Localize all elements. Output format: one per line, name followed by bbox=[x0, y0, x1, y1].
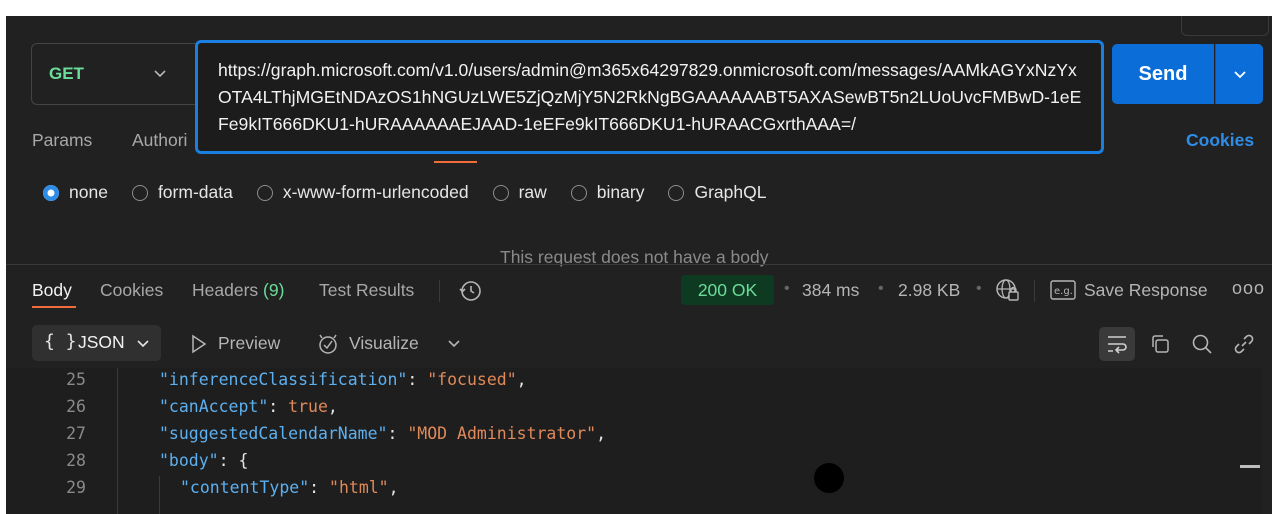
radio-form-data[interactable]: form-data bbox=[131, 182, 233, 203]
tab-response-body[interactable]: Body bbox=[32, 280, 72, 301]
response-body-editor[interactable]: 25 "inferenceClassification": "focused", 2… bbox=[6, 368, 1262, 514]
scrollbar-thumb[interactable] bbox=[1240, 465, 1260, 468]
response-tab-indicator bbox=[32, 306, 76, 308]
body-type-radios: none form-data x-www-form-urlencoded raw… bbox=[43, 182, 790, 203]
radio-icon bbox=[131, 184, 148, 201]
radio-label: binary bbox=[596, 182, 645, 202]
pane-divider[interactable] bbox=[6, 264, 1272, 265]
tab-body-indicator bbox=[434, 161, 477, 163]
copy-button[interactable] bbox=[1142, 327, 1178, 361]
radio-binary[interactable]: binary bbox=[570, 182, 645, 203]
headers-count: (9) bbox=[263, 280, 285, 300]
chevron-down-icon bbox=[137, 340, 149, 348]
tab-response-cookies[interactable]: Cookies bbox=[100, 280, 163, 301]
example-icon: e.g. bbox=[1050, 280, 1076, 300]
response-time[interactable]: 384 ms bbox=[802, 280, 859, 301]
separator-dot: • bbox=[878, 280, 884, 297]
separator bbox=[1034, 280, 1035, 302]
radio-label: x-www-form-urlencoded bbox=[282, 182, 469, 202]
line-number: 26 bbox=[66, 397, 86, 416]
line-number: 29 bbox=[66, 478, 86, 497]
indent-guide bbox=[117, 368, 118, 514]
braces-icon: { } bbox=[44, 331, 77, 352]
line-number: 27 bbox=[66, 424, 86, 443]
line-number: 28 bbox=[66, 451, 86, 470]
radio-raw[interactable]: raw bbox=[492, 182, 547, 203]
radio-label: GraphQL bbox=[694, 182, 767, 202]
radio-label: form-data bbox=[157, 182, 233, 202]
separator-dot: • bbox=[976, 280, 982, 297]
radio-icon bbox=[668, 184, 685, 201]
search-icon bbox=[1192, 334, 1212, 354]
format-select[interactable]: { } JSON bbox=[32, 325, 161, 361]
url-text: https://graph.microsoft.com/v1.0/users/a… bbox=[218, 60, 1082, 134]
link-icon bbox=[1234, 334, 1254, 354]
chevron-down-icon[interactable] bbox=[447, 336, 461, 350]
response-size[interactable]: 2.98 KB bbox=[898, 280, 960, 301]
copy-icon bbox=[1152, 335, 1169, 353]
postman-app: GET https://graph.microsoft.com/v1.0/use… bbox=[6, 16, 1272, 514]
radio-icon bbox=[570, 184, 587, 201]
more-options-icon[interactable]: ooo bbox=[1232, 278, 1265, 299]
line-number: 25 bbox=[66, 370, 86, 389]
status-badge[interactable]: 200 OK bbox=[681, 275, 774, 305]
svg-text:e.g.: e.g. bbox=[1054, 286, 1073, 297]
code-line: "contentType": "html", bbox=[180, 478, 399, 497]
headers-label: Headers bbox=[192, 280, 259, 300]
cookies-link[interactable]: Cookies bbox=[1186, 130, 1254, 151]
method-select[interactable]: GET bbox=[31, 43, 201, 105]
link-button[interactable] bbox=[1226, 327, 1262, 361]
visualize-icon bbox=[319, 334, 337, 354]
radio-graphql[interactable]: GraphQL bbox=[668, 182, 766, 203]
tab-test-results[interactable]: Test Results bbox=[319, 280, 414, 301]
radio-label: none bbox=[69, 182, 108, 202]
chevron-down-icon bbox=[154, 70, 166, 78]
globe-lock-icon[interactable] bbox=[995, 277, 1021, 303]
search-button[interactable] bbox=[1184, 327, 1220, 361]
separator-dot: • bbox=[784, 280, 790, 297]
wrap-lines-button[interactable] bbox=[1099, 327, 1135, 361]
radio-icon bbox=[256, 184, 273, 201]
chevron-down-icon bbox=[1233, 71, 1246, 79]
code-line: "suggestedCalendarName": "MOD Administra… bbox=[159, 424, 607, 443]
send-options-button[interactable] bbox=[1215, 44, 1263, 104]
wrap-icon bbox=[1108, 336, 1127, 354]
indent-guide bbox=[159, 476, 160, 514]
method-label: GET bbox=[49, 64, 84, 83]
tab-params[interactable]: Params bbox=[32, 130, 92, 151]
code-line: "body": { bbox=[159, 451, 249, 470]
radio-x-www-form-urlencoded[interactable]: x-www-form-urlencoded bbox=[256, 182, 469, 203]
visualize-button[interactable]: Visualize bbox=[349, 333, 419, 354]
code-line: "canAccept": true, bbox=[159, 397, 338, 416]
radio-label: raw bbox=[518, 182, 547, 202]
format-label: JSON bbox=[78, 332, 125, 352]
send-button[interactable]: Send bbox=[1112, 44, 1214, 104]
mouse-cursor bbox=[814, 463, 844, 493]
radio-selected-icon bbox=[43, 184, 59, 201]
tab-response-headers[interactable]: Headers (9) bbox=[192, 280, 284, 301]
window-controls-stub bbox=[1181, 16, 1269, 36]
play-icon bbox=[192, 334, 207, 354]
radio-none[interactable]: none bbox=[43, 182, 108, 203]
code-line: "inferenceClassification": "focused", bbox=[159, 370, 527, 389]
history-icon[interactable] bbox=[458, 278, 484, 304]
save-response-button[interactable]: Save Response bbox=[1084, 280, 1208, 301]
separator bbox=[439, 280, 440, 302]
radio-icon bbox=[492, 184, 509, 201]
url-input[interactable]: https://graph.microsoft.com/v1.0/users/a… bbox=[195, 40, 1104, 154]
preview-button[interactable]: Preview bbox=[218, 333, 280, 354]
tab-authorization[interactable]: Authori bbox=[132, 130, 187, 151]
